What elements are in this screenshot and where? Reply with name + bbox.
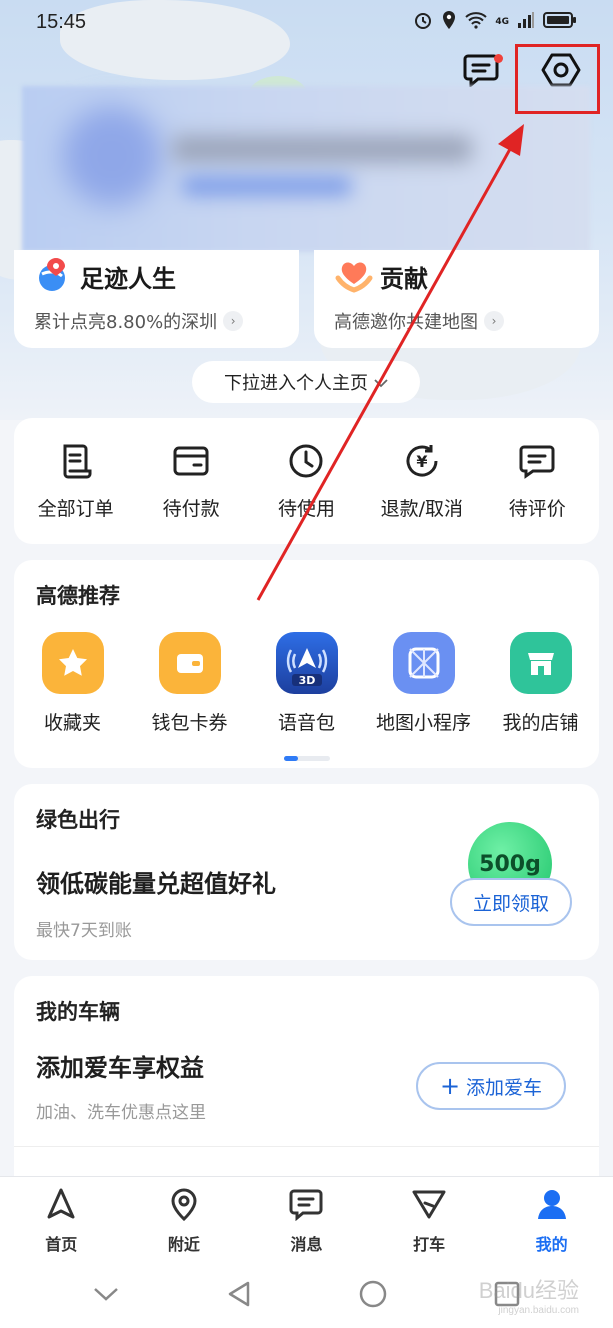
tab-taxi-label: 打车 [413,1234,446,1254]
tab-taxi[interactable]: 打车 [374,1177,484,1264]
tab-me-label: 我的 [535,1234,568,1254]
network-label: 4G [495,17,509,27]
page-indicator [284,756,330,761]
rec-voice-pack-label: 语音包 [277,712,335,734]
tab-nearby-label: 附近 [167,1234,200,1254]
rec-wallet-label: 钱包卡券 [151,712,228,734]
tab-messages-label: 消息 [290,1234,323,1254]
orders-card: 全部订单 待付款 待使用 ¥ 退款/取消 待评价 [14,418,599,544]
green-travel-card[interactable]: 绿色出行 领低碳能量兑超值好礼 最快7天到账 500g 立即领取 [14,784,599,960]
status-bar: 15:45 4G [0,0,613,44]
watermark-brand: Baidu经验 [478,1278,579,1303]
order-to-review-label: 待评价 [508,497,566,520]
green-travel-title: 绿色出行 [36,808,120,832]
tab-me[interactable]: 我的 [497,1177,607,1264]
footprint-title: 足迹人生 [80,264,176,293]
unread-dot [494,54,503,63]
chevron-right-icon: › [223,311,244,331]
tab-nearby[interactable]: 附近 [129,1177,239,1264]
claim-button-label: 立即领取 [472,892,549,915]
vehicle-promo: 添加爱车享权益 [36,1054,204,1082]
taxi-icon [411,1187,447,1225]
divider [14,1146,599,1147]
battery-icon [543,11,577,33]
message-icon [289,1187,323,1225]
wifi-icon [465,11,488,33]
receipt-icon [57,442,95,484]
contribution-card[interactable]: 贡献 高德邀你共建地图 › [314,250,599,348]
rec-mini-programs-label: 地图小程序 [375,712,471,734]
location-pin-icon [167,1187,201,1225]
signal-icon [517,12,535,32]
order-pending-payment-label: 待付款 [162,497,220,520]
green-travel-promo: 领低碳能量兑超值好礼 [36,870,276,898]
add-car-button[interactable]: + 添加爱车 [416,1062,566,1110]
chevron-right-icon: › [484,311,504,331]
order-all-label: 全部订单 [37,497,114,520]
globe-icon [34,254,74,298]
order-to-use-label: 待使用 [277,497,335,520]
user-icon [535,1187,569,1225]
vehicle-card[interactable]: 我的车辆 添加爱车享权益 加油、洗车优惠点这里 + 添加爱车 [14,976,599,1196]
contribution-subtitle: 高德邀你共建地图 [334,312,478,333]
back-icon[interactable] [226,1280,252,1312]
pull-to-profile-hint[interactable]: 下拉进入个人主页 [192,361,420,403]
heart-hands-icon [334,254,374,298]
add-car-button-label: 添加爱车 [466,1076,543,1099]
chevron-down-icon[interactable] [93,1286,119,1306]
chevron-down-icon [374,372,388,393]
vehicle-title: 我的车辆 [36,1000,120,1024]
order-pending-payment[interactable]: 待付款 [136,442,246,521]
bottom-tab-bar: 首页 附近 消息 打车 我的 [0,1176,613,1264]
rec-my-store[interactable]: 我的店铺 [485,632,597,735]
order-refund[interactable]: ¥ 退款/取消 [367,442,477,521]
rec-wallet[interactable]: 钱包卡券 [134,632,246,735]
svg-text:¥: ¥ [416,452,427,471]
profile-header-blurred[interactable] [22,86,590,252]
recommend-card: 高德推荐 收藏夹 钱包卡券 3D 语音包 地图小程序 我的店铺 [14,560,599,768]
watermark-url: jingyan.baidu.com [498,1305,579,1316]
footprint-subtitle: 累计点亮8.80%的深圳 [34,312,218,333]
rec-voice-pack[interactable]: 3D 语音包 [251,632,363,735]
alarm-icon [413,10,433,34]
vehicle-note: 加油、洗车优惠点这里 [36,1103,206,1123]
watermark: Baidu经验 jingyan.baidu.com [479,1273,579,1316]
green-travel-note: 最快7天到账 [36,921,132,941]
voice-3d-badge: 3D [298,674,315,687]
refund-icon: ¥ [403,442,441,484]
contribution-title: 贡献 [380,264,428,293]
rec-favorites[interactable]: 收藏夹 [17,632,129,735]
tab-home-label: 首页 [45,1234,78,1254]
order-to-review[interactable]: 待评价 [482,442,592,521]
map-app-icon [392,632,455,694]
store-icon [509,632,572,694]
claim-button[interactable]: 立即领取 [450,878,572,926]
rec-my-store-label: 我的店铺 [502,712,579,734]
rec-favorites-label: 收藏夹 [43,712,101,734]
settings-highlight-box [515,44,600,114]
energy-amount: 500g [479,851,541,877]
navigation-arrow-icon [44,1187,78,1225]
home-circle-icon[interactable] [359,1280,387,1312]
voice-3d-icon: 3D [275,632,338,694]
order-all[interactable]: 全部订单 [21,442,131,521]
pull-hint-label: 下拉进入个人主页 [224,373,368,394]
order-refund-label: 退款/取消 [380,497,464,520]
order-to-use[interactable]: 待使用 [251,442,361,521]
rec-mini-programs[interactable]: 地图小程序 [368,632,480,735]
wallet-icon [172,442,210,484]
star-icon [41,632,104,694]
tab-messages[interactable]: 消息 [251,1177,361,1264]
status-time: 15:45 [36,10,87,33]
footprint-card[interactable]: 足迹人生 累计点亮8.80%的深圳 › [14,250,299,348]
location-icon [441,10,457,34]
tab-home[interactable]: 首页 [6,1177,116,1264]
clock-icon [287,442,325,484]
plus-icon: + [439,1072,461,1100]
comment-icon [518,442,556,484]
recommend-title: 高德推荐 [36,584,120,608]
wallet-icon [158,632,221,694]
